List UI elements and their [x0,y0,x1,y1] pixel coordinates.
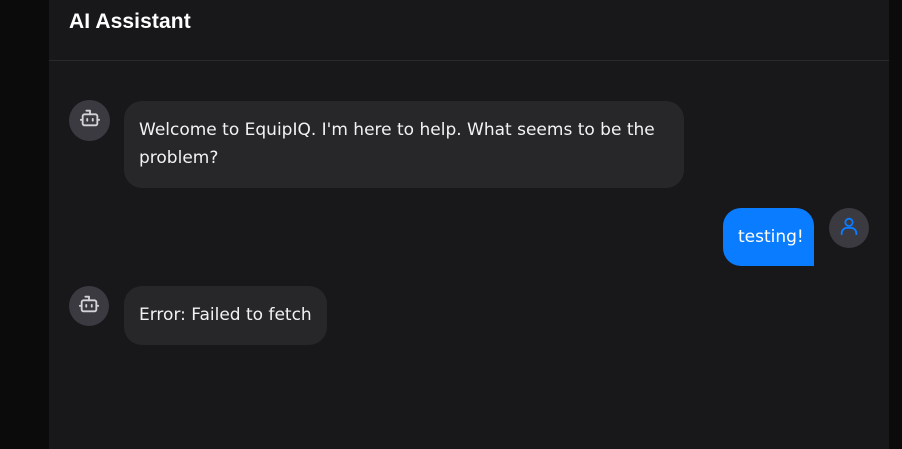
assistant-avatar [69,286,109,326]
assistant-message: Welcome to EquipIQ. I'm here to help. Wh… [124,101,684,188]
robot-icon [79,107,101,134]
assistant-message: Error: Failed to fetch [124,286,327,345]
chat-header: AI Assistant [49,0,889,61]
user-message: testing! [723,208,814,266]
user-icon [838,215,860,242]
robot-icon [78,293,100,320]
chat-panel: AI Assistant Welcome to EquipIQ. I'm her… [49,0,889,449]
user-avatar [829,208,869,248]
assistant-avatar [69,100,110,141]
window-edge [889,0,902,449]
page-title: AI Assistant [69,10,191,33]
